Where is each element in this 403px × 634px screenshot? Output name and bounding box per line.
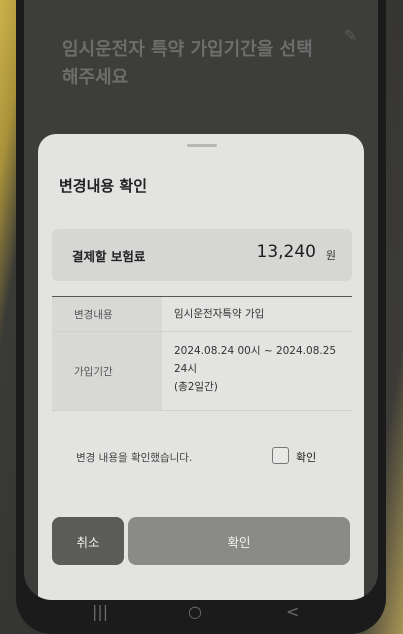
row-label-change: 변경내용 [52, 297, 162, 331]
premium-unit: 원 [325, 249, 336, 262]
row-value-period: 2024.08.24 00시 ~ 2024.08.25 24시 (총2일간) [162, 332, 352, 410]
table-row: 가입기간 2024.08.24 00시 ~ 2024.08.25 24시 (총2… [52, 332, 352, 411]
system-navbar: ||| ○ < [24, 600, 378, 634]
row-label-period: 가입기간 [52, 332, 162, 410]
confirm-button[interactable]: 확인 [128, 517, 350, 565]
premium-label: 결제할 보험료 [72, 249, 146, 264]
confirm-checkbox-label[interactable]: 확인 [296, 449, 316, 465]
confirm-checkbox[interactable] [272, 447, 289, 464]
confirm-bottom-sheet: 변경내용 확인 결제할 보험료 13,240 원 변경내용 임시운전자특약 가입… [38, 134, 364, 600]
premium-amount: 13,240 [256, 242, 316, 262]
table-row: 변경내용 임시운전자특약 가입 [52, 297, 352, 332]
recent-apps-icon[interactable]: ||| [92, 602, 108, 621]
period-line: 2024.08.24 00시 ~ 2024.08.25 [174, 345, 337, 357]
sheet-drag-handle[interactable] [187, 144, 217, 147]
cancel-button[interactable]: 취소 [52, 517, 124, 565]
screen: 임시운전자 특약 가입기간을 선택해주세요 ✎ 변경내용 확인 결제할 보험료 … [24, 0, 378, 600]
sheet-title: 변경내용 확인 [59, 177, 148, 195]
period-line: 24시 [174, 363, 198, 375]
confirm-statement: 변경 내용을 확인했습니다. [76, 452, 193, 464]
page-heading: 임시운전자 특약 가입기간을 선택해주세요 [62, 39, 313, 88]
premium-summary: 결제할 보험료 13,240 원 [52, 229, 352, 281]
row-value-change: 임시운전자특약 가입 [174, 308, 265, 320]
home-icon[interactable]: ○ [188, 602, 202, 621]
details-table: 변경내용 임시운전자특약 가입 가입기간 2024.08.24 00시 ~ 20… [52, 296, 352, 411]
pencil-icon: ✎ [344, 26, 358, 45]
back-icon[interactable]: < [286, 602, 299, 621]
period-duration: (총2일간) [174, 381, 218, 393]
